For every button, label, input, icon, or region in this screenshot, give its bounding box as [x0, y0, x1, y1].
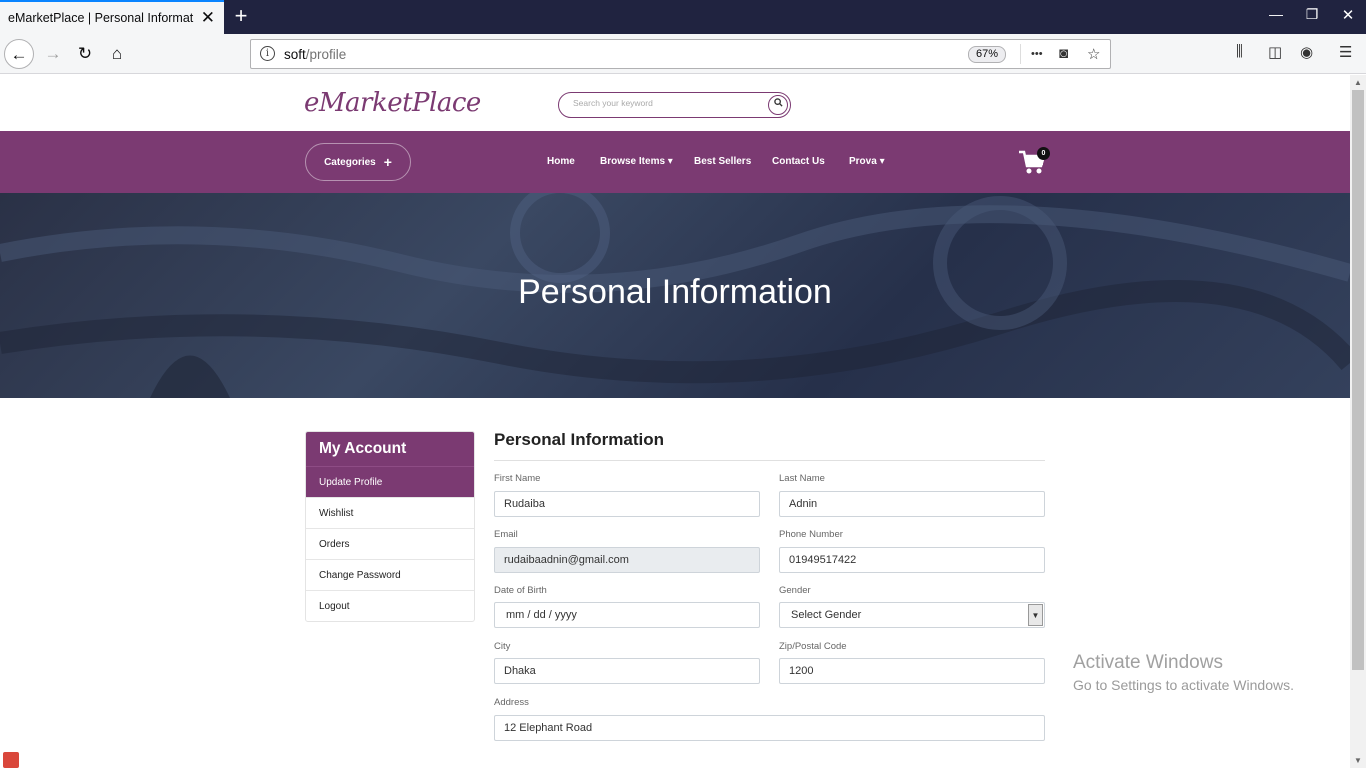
minimize-icon[interactable]: —	[1266, 6, 1286, 22]
phone-label: Phone Number	[779, 529, 843, 540]
url-separator	[1020, 44, 1021, 64]
close-tab-icon[interactable]: ✕	[201, 8, 215, 28]
hero-title: Personal Information	[518, 273, 832, 311]
page-scrollbar[interactable]: ▲ ▼	[1350, 75, 1366, 768]
chevron-down-icon[interactable]: ▼	[1028, 604, 1043, 626]
first-name-label: First Name	[494, 473, 541, 484]
web-page: eMarketPlace Categories + Home Browse It…	[0, 75, 1350, 768]
home-icon[interactable]: ⌂	[102, 39, 132, 69]
reload-icon[interactable]: ↻	[70, 39, 100, 69]
main-menu-bar: Categories + Home Browse Items ▾ Best Se…	[0, 131, 1350, 193]
tab-title: eMarketPlace | Personal Information	[8, 11, 194, 25]
zoom-indicator[interactable]: 67%	[968, 46, 1006, 63]
phone-field[interactable]: 01949517422	[779, 547, 1045, 573]
address-bar[interactable]: i soft/profile 67% ••• ◙ ☆	[250, 39, 1111, 69]
search-input[interactable]	[573, 98, 753, 108]
address-label: Address	[494, 697, 529, 708]
last-name-field[interactable]: Adnin	[779, 491, 1045, 517]
sidebar-item-orders[interactable]: Orders	[306, 528, 474, 559]
site-logo[interactable]: eMarketPlace	[304, 88, 481, 118]
gender-select[interactable]: Select Gender ▼	[779, 602, 1045, 628]
sidebar-item-wishlist[interactable]: Wishlist	[306, 497, 474, 528]
search-box	[558, 92, 791, 118]
account-sidebar: My Account Update Profile Wishlist Order…	[305, 431, 475, 622]
zip-field[interactable]: 1200	[779, 658, 1045, 684]
last-name-label: Last Name	[779, 473, 825, 484]
form-divider	[494, 460, 1045, 461]
sidebar-item-logout[interactable]: Logout	[306, 590, 474, 621]
back-arrow-icon[interactable]: ←	[4, 39, 34, 69]
menu-contact-us[interactable]: Contact Us	[772, 156, 825, 167]
browser-nav-bar: ← → ↻ ⌂ i soft/profile 67% ••• ◙ ☆ ⫼ ◫ ◉…	[0, 34, 1366, 74]
window-close-icon[interactable]: ✕	[1338, 6, 1358, 24]
url-text[interactable]: soft/profile	[284, 47, 346, 62]
date-of-birth-field[interactable]: mm / dd / yyyy	[494, 602, 760, 628]
gender-label: Gender	[779, 585, 811, 596]
sidebar-item-change-password[interactable]: Change Password	[306, 559, 474, 590]
extension-icon[interactable]	[3, 752, 19, 768]
scroll-up-icon[interactable]: ▲	[1350, 78, 1366, 87]
url-path: /profile	[305, 47, 347, 62]
categories-button[interactable]: Categories +	[305, 143, 411, 181]
city-label: City	[494, 641, 511, 652]
site-info-icon[interactable]: i	[260, 46, 275, 61]
gender-selected-value: Select Gender	[791, 609, 862, 621]
forward-arrow-icon[interactable]: →	[38, 39, 68, 69]
activate-windows-title: Activate Windows	[1073, 652, 1223, 673]
page-actions-icon[interactable]: •••	[1031, 48, 1043, 60]
browser-tab-bar: eMarketPlace | Personal Information ✕ + …	[0, 0, 1366, 34]
restore-icon[interactable]: ❐	[1302, 6, 1322, 23]
sidebar-heading: My Account	[306, 432, 474, 466]
scroll-down-icon[interactable]: ▼	[1350, 756, 1366, 765]
cart-count-badge: 0	[1037, 147, 1050, 160]
address-field[interactable]: 12 Elephant Road	[494, 715, 1045, 741]
new-tab-button[interactable]: +	[230, 3, 252, 29]
activate-windows-subtitle: Go to Settings to activate Windows.	[1073, 677, 1294, 693]
pocket-icon[interactable]: ◙	[1059, 45, 1068, 62]
menu-icon[interactable]: ☰	[1339, 43, 1352, 61]
categories-label: Categories	[324, 156, 376, 168]
menu-browse-items[interactable]: Browse Items ▾	[600, 156, 673, 167]
dob-label: Date of Birth	[494, 585, 547, 596]
first-name-field[interactable]: Rudaiba	[494, 491, 760, 517]
account-icon[interactable]: ◉	[1300, 43, 1313, 61]
city-field[interactable]: Dhaka	[494, 658, 760, 684]
email-field: rudaibaadnin@gmail.com	[494, 547, 760, 573]
search-icon[interactable]	[768, 95, 788, 115]
scrollbar-thumb[interactable]	[1352, 90, 1364, 670]
bookmark-star-icon[interactable]: ☆	[1087, 45, 1100, 63]
menu-home[interactable]: Home	[547, 156, 575, 167]
menu-best-sellers[interactable]: Best Sellers	[694, 156, 751, 167]
library-icon[interactable]: ⫼	[1236, 43, 1243, 60]
plus-icon: +	[383, 154, 392, 170]
sidebar-item-update-profile[interactable]: Update Profile	[306, 466, 474, 497]
url-host: soft	[284, 47, 306, 62]
browser-tab[interactable]: eMarketPlace | Personal Information ✕	[0, 0, 224, 34]
sidebar-icon[interactable]: ◫	[1268, 43, 1282, 61]
zip-label: Zip/Postal Code	[779, 641, 847, 652]
menu-prova[interactable]: Prova ▾	[849, 156, 885, 167]
form-title: Personal Information	[494, 430, 665, 449]
hero-banner: Personal Information	[0, 193, 1350, 398]
email-label: Email	[494, 529, 518, 540]
